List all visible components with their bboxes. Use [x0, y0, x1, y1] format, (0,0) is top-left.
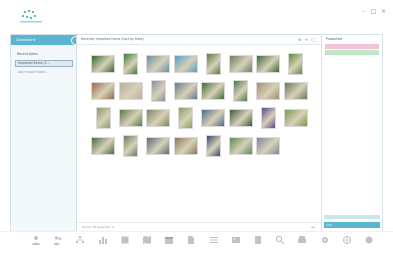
title-bar: – □ ×	[0, 0, 393, 30]
book-icon	[121, 236, 129, 244]
photo-thumbnail[interactable]	[178, 107, 193, 129]
person-icon	[32, 236, 40, 245]
photo-thumbnail[interactable]	[260, 107, 276, 129]
right-panel-header: Properties	[326, 37, 343, 41]
photo-thumbnail[interactable]	[95, 107, 111, 129]
photo-thumbnail[interactable]	[205, 135, 221, 157]
maximize-button[interactable]: □	[370, 8, 377, 15]
toolbar-button[interactable]	[248, 235, 268, 255]
web-icon	[342, 236, 351, 244]
photo-thumbnail[interactable]	[283, 82, 308, 100]
zoom-icon[interactable]: ⊕	[298, 37, 302, 42]
photo-thumbnail[interactable]	[118, 109, 143, 127]
item-count: Items: 25 Selected: 0	[82, 225, 115, 229]
photo-thumbnail[interactable]	[256, 82, 280, 100]
right-panel-divider	[324, 215, 380, 219]
media-panel-header: Recently Imported Items (Sort by Date) ⊕…	[77, 35, 321, 45]
toolbar-button[interactable]	[337, 235, 357, 255]
photo-thumbnail[interactable]	[228, 55, 253, 73]
toolbar-button[interactable]	[226, 235, 246, 255]
calendar-icon	[165, 237, 174, 244]
photo-thumbnail[interactable]	[228, 137, 253, 155]
sidebar-header-label: Dashboard	[16, 38, 35, 42]
photo-thumbnail[interactable]	[283, 109, 308, 127]
minimize-button[interactable]: –	[360, 8, 367, 15]
toolbar-button[interactable]	[26, 235, 46, 255]
toolbar-button[interactable]	[70, 235, 90, 255]
toolbar-button[interactable]	[181, 235, 201, 255]
toolbar-button[interactable]	[292, 235, 312, 255]
property-row[interactable]	[325, 44, 379, 49]
media-panel-controls: ⊕ ≡ ▢	[298, 35, 316, 44]
photo-thumbnail[interactable]	[201, 109, 225, 127]
right-panel-list	[325, 44, 379, 55]
toolbar-button[interactable]	[270, 235, 290, 255]
toolbar-button[interactable]	[159, 235, 179, 255]
toolbar-button[interactable]	[137, 235, 157, 255]
photo-thumbnail[interactable]	[123, 135, 138, 157]
right-panel: Properties Info	[321, 34, 383, 232]
sidebar-item-imported[interactable]: Imported Items (1...	[15, 60, 73, 67]
media-panel-footer: Items: 25 Selected: 0 ◂ ▸	[77, 222, 321, 231]
photo-grid	[77, 45, 321, 185]
print-icon	[298, 236, 307, 243]
search-icon	[276, 236, 285, 245]
photo-thumbnail[interactable]	[91, 82, 115, 100]
window-controls: – □ ×	[360, 8, 387, 15]
toolbar-button[interactable]	[48, 235, 68, 255]
photo-thumbnail[interactable]	[256, 55, 280, 73]
photo-thumbnail[interactable]	[118, 82, 143, 100]
map-icon	[143, 236, 151, 244]
left-sidebar: Dashboard Recent Items Imported Items (1…	[10, 34, 80, 232]
photo-thumbnail[interactable]	[201, 82, 225, 100]
app-logo-icon	[20, 10, 42, 23]
list-icon	[209, 237, 218, 243]
pager[interactable]: ◂ ▸	[311, 223, 315, 231]
photo-thumbnail[interactable]	[233, 80, 248, 102]
photo-thumbnail[interactable]	[146, 109, 170, 127]
help-icon	[365, 236, 373, 244]
property-row[interactable]	[325, 50, 379, 55]
photo-thumbnail[interactable]	[173, 82, 198, 100]
media-panel: Recently Imported Items (Sort by Date) ⊕…	[76, 34, 322, 232]
source-icon	[255, 236, 261, 244]
toolbar-button[interactable]	[204, 235, 224, 255]
chart-icon	[98, 237, 107, 244]
photo-thumbnail[interactable]	[146, 137, 170, 155]
list-view-icon[interactable]: ≡	[305, 37, 309, 42]
photo-thumbnail[interactable]	[146, 55, 170, 73]
people-icon	[53, 236, 62, 245]
photo-thumbnail[interactable]	[91, 55, 115, 73]
toolbar-button[interactable]	[315, 235, 335, 255]
photo-thumbnail[interactable]	[150, 80, 166, 102]
photo-thumbnail[interactable]	[288, 53, 303, 75]
sidebar-item-recent[interactable]: Recent Items	[15, 51, 73, 58]
close-button[interactable]: ×	[380, 8, 387, 15]
photo-thumbnail[interactable]	[256, 137, 280, 155]
toolbar-button[interactable]	[359, 235, 379, 255]
grid-view-icon[interactable]: ▢	[311, 37, 316, 42]
photo-thumbnail[interactable]	[173, 137, 198, 155]
media-panel-title: Recently Imported Items (Sort by Date)	[81, 37, 144, 41]
sidebar-tab-dashboard[interactable]: Dashboard	[11, 35, 80, 45]
photo-thumbnail[interactable]	[123, 53, 138, 75]
photo-thumbnail[interactable]	[228, 109, 253, 127]
photo-thumbnail[interactable]	[173, 55, 198, 73]
tree-icon	[76, 236, 85, 243]
photo-thumbnail[interactable]	[205, 53, 221, 75]
sidebar-item-last-import[interactable]: Last import folder...	[15, 69, 73, 76]
toolbar-button[interactable]	[115, 235, 135, 255]
right-panel-tab-info[interactable]: Info	[324, 222, 380, 228]
document-icon	[188, 236, 195, 244]
bottom-toolbar	[0, 231, 393, 258]
photo-thumbnail[interactable]	[91, 137, 115, 155]
settings-icon	[321, 237, 328, 243]
photo-icon	[231, 237, 240, 243]
toolbar-button[interactable]	[93, 235, 113, 255]
